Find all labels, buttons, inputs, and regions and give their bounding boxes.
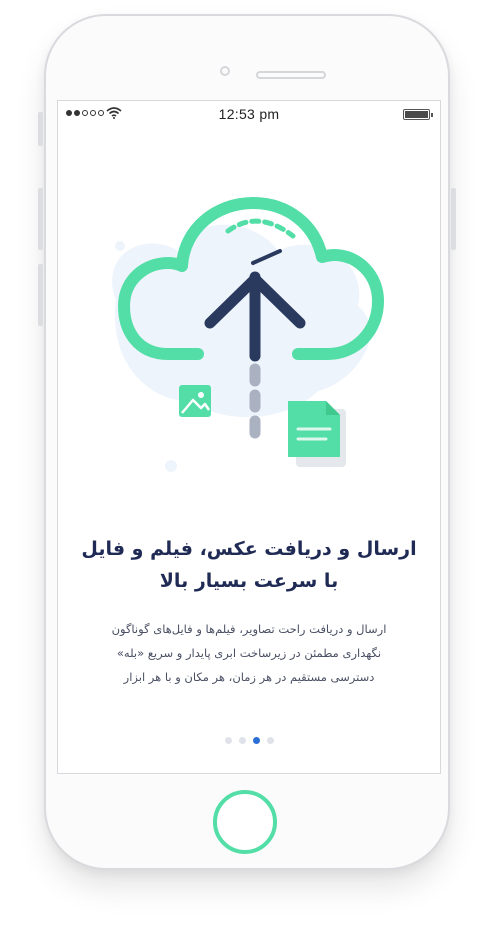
page-dot[interactable] (266, 737, 274, 744)
page-dot[interactable] (252, 737, 260, 744)
image-file-icon (179, 385, 211, 417)
page-dot[interactable] (224, 737, 232, 744)
description-line: ارسال و دریافت راحت تصاویر، فیلم‌ها و فا… (111, 622, 387, 636)
page-dot[interactable] (238, 737, 246, 744)
volume-down-button (38, 264, 43, 326)
onboarding-description: ارسال و دریافت راحت تصاویر، فیلم‌ها و فا… (72, 617, 426, 689)
decor-dot (308, 276, 318, 286)
front-camera (220, 66, 230, 76)
cloud-upload-illustration (112, 197, 384, 472)
onboarding-title: ارسال و دریافت عکس، فیلم و فایل با سرعت … (78, 533, 420, 597)
home-button[interactable] (213, 790, 277, 854)
decor-dot (165, 460, 177, 472)
title-line: ارسال و دریافت عکس، فیلم و فایل (81, 538, 417, 560)
description-line: دسترسی مستقیم در هر زمان، هر مکان و با ه… (123, 670, 375, 684)
page-indicator (58, 737, 440, 744)
document-file-icon (288, 401, 346, 467)
earpiece-speaker (256, 71, 326, 79)
decor-dot (115, 241, 125, 251)
mute-switch (38, 112, 43, 146)
volume-up-button (38, 188, 43, 250)
power-button (451, 188, 456, 250)
phone-screen: 12:53 pm ارسال و دریافت عکس، فیلم و فایل… (57, 100, 441, 774)
description-line: نگهداری مطمئن در زیرساخت ابری پایدار و س… (116, 646, 382, 660)
title-line: با سرعت بسیار بالا (159, 570, 339, 592)
